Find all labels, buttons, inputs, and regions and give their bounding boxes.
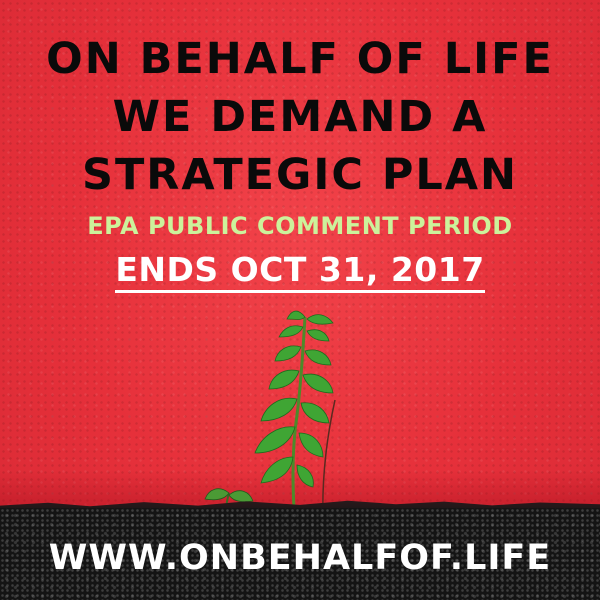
website-url[interactable]: WWW.ONBEHALFOF.LIFE: [0, 538, 600, 578]
seedling-leaf-1: [204, 488, 230, 501]
leaf-mid-right: [302, 373, 334, 394]
headline: ON BEHALF OF LIFE WE DEMAND A STRATEGIC …: [0, 30, 600, 204]
leaf-bottom-right: [296, 464, 314, 488]
headline-line-1: ON BEHALF OF LIFE: [46, 34, 554, 84]
headline-line-2: WE DEMAND A: [112, 92, 488, 142]
leaf-upper-right: [304, 349, 332, 366]
poster: ON BEHALF OF LIFE WE DEMAND A STRATEGIC …: [0, 0, 600, 600]
deadline-text: ENDS OCT 31, 2017: [115, 250, 485, 293]
leaf-top-right: [306, 314, 334, 325]
leaf-bottom-left: [260, 456, 294, 484]
leaf-mid-left: [268, 369, 300, 390]
leaf-top: [286, 310, 306, 320]
comment-period-label: EPA PUBLIC COMMENT PERIOD: [87, 212, 513, 240]
leaf-top-left: [278, 325, 304, 338]
leaf-low-right: [298, 432, 324, 458]
deadline: ENDS OCT 31, 2017: [0, 250, 600, 293]
leaf-lower-right: [300, 402, 330, 424]
leaf-upper-left: [274, 345, 302, 362]
seedling-leaf-2: [228, 490, 254, 503]
plant-image: [204, 310, 336, 528]
leaf-lower-left: [260, 397, 298, 422]
headline-line-3: STRATEGIC PLAN: [81, 150, 519, 200]
leaf-top-right-2: [306, 329, 330, 342]
leaf-low-left: [254, 426, 296, 454]
